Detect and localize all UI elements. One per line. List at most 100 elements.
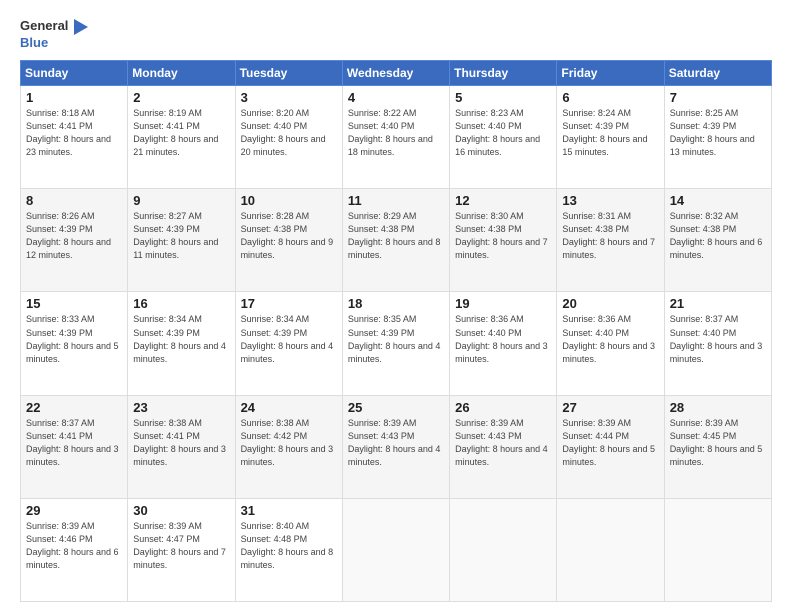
page: General Blue SundayMondayTuesdayWednesda… [0, 0, 792, 612]
day-number: 18 [348, 296, 444, 311]
day-info: Sunrise: 8:39 AMSunset: 4:47 PMDaylight:… [133, 520, 229, 572]
calendar-cell: 14Sunrise: 8:32 AMSunset: 4:38 PMDayligh… [664, 189, 771, 292]
day-info: Sunrise: 8:36 AMSunset: 4:40 PMDaylight:… [455, 313, 551, 365]
calendar-cell: 3 Sunrise: 8:20 AMSunset: 4:40 PMDaylight… [235, 86, 342, 189]
calendar-cell: 23 Sunrise: 8:38 AMSunset: 4:41 PMDayligh… [128, 395, 235, 498]
day-info: Sunrise: 8:19 AMSunset: 4:41 PMDaylight:… [133, 107, 229, 159]
calendar-cell: 8 Sunrise: 8:26 AMSunset: 4:39 PMDaylight… [21, 189, 128, 292]
day-info: Sunrise: 8:20 AMSunset: 4:40 PMDaylight:… [241, 107, 337, 159]
day-number: 20 [562, 296, 658, 311]
day-info: Sunrise: 8:36 AMSunset: 4:40 PMDaylight:… [562, 313, 658, 365]
calendar-header-friday: Friday [557, 61, 664, 86]
calendar-cell: 2 Sunrise: 8:19 AMSunset: 4:41 PMDaylight… [128, 86, 235, 189]
calendar-header-thursday: Thursday [450, 61, 557, 86]
day-info: Sunrise: 8:39 AMSunset: 4:46 PMDaylight:… [26, 520, 122, 572]
calendar-cell: 6Sunrise: 8:24 AMSunset: 4:39 PMDaylight… [557, 86, 664, 189]
calendar-cell [557, 498, 664, 601]
day-info: Sunrise: 8:26 AMSunset: 4:39 PMDaylight:… [26, 210, 122, 262]
day-info: Sunrise: 8:40 AMSunset: 4:48 PMDaylight:… [241, 520, 337, 572]
day-info: Sunrise: 8:34 AMSunset: 4:39 PMDaylight:… [241, 313, 337, 365]
day-number: 3 [241, 90, 337, 105]
day-info: Sunrise: 8:18 AMSunset: 4:41 PMDaylight:… [26, 107, 122, 159]
header: General Blue [20, 18, 772, 50]
calendar-cell: 27Sunrise: 8:39 AMSunset: 4:44 PMDayligh… [557, 395, 664, 498]
day-info: Sunrise: 8:38 AMSunset: 4:42 PMDaylight:… [241, 417, 337, 469]
calendar-week-3: 15Sunrise: 8:33 AMSunset: 4:39 PMDayligh… [21, 292, 772, 395]
calendar-cell: 1 Sunrise: 8:18 AMSunset: 4:41 PMDaylight… [21, 86, 128, 189]
logo-line1: General [20, 18, 88, 35]
day-info: Sunrise: 8:25 AMSunset: 4:39 PMDaylight:… [670, 107, 766, 159]
calendar-cell: 15Sunrise: 8:33 AMSunset: 4:39 PMDayligh… [21, 292, 128, 395]
calendar-cell: 10 Sunrise: 8:28 AMSunset: 4:38 PMDayligh… [235, 189, 342, 292]
day-number: 10 [241, 193, 337, 208]
calendar-header-saturday: Saturday [664, 61, 771, 86]
calendar-cell: 4 Sunrise: 8:22 AMSunset: 4:40 PMDaylight… [342, 86, 449, 189]
calendar-cell: 5 Sunrise: 8:23 AMSunset: 4:40 PMDaylight… [450, 86, 557, 189]
day-info: Sunrise: 8:33 AMSunset: 4:39 PMDaylight:… [26, 313, 122, 365]
day-number: 23 [133, 400, 229, 415]
day-info: Sunrise: 8:31 AMSunset: 4:38 PMDaylight:… [562, 210, 658, 262]
calendar-table: SundayMondayTuesdayWednesdayThursdayFrid… [20, 60, 772, 602]
day-number: 12 [455, 193, 551, 208]
day-number: 27 [562, 400, 658, 415]
day-info: Sunrise: 8:37 AMSunset: 4:41 PMDaylight:… [26, 417, 122, 469]
day-number: 5 [455, 90, 551, 105]
day-info: Sunrise: 8:34 AMSunset: 4:39 PMDaylight:… [133, 313, 229, 365]
day-number: 4 [348, 90, 444, 105]
day-info: Sunrise: 8:27 AMSunset: 4:39 PMDaylight:… [133, 210, 229, 262]
day-number: 16 [133, 296, 229, 311]
calendar-cell: 12Sunrise: 8:30 AMSunset: 4:38 PMDayligh… [450, 189, 557, 292]
calendar-week-2: 8 Sunrise: 8:26 AMSunset: 4:39 PMDaylight… [21, 189, 772, 292]
calendar-cell: 30Sunrise: 8:39 AMSunset: 4:47 PMDayligh… [128, 498, 235, 601]
calendar-cell: 17 Sunrise: 8:34 AMSunset: 4:39 PMDayligh… [235, 292, 342, 395]
day-number: 17 [241, 296, 337, 311]
day-number: 9 [133, 193, 229, 208]
calendar-cell: 22 Sunrise: 8:37 AMSunset: 4:41 PMDayligh… [21, 395, 128, 498]
day-info: Sunrise: 8:22 AMSunset: 4:40 PMDaylight:… [348, 107, 444, 159]
day-number: 8 [26, 193, 122, 208]
day-info: Sunrise: 8:39 AMSunset: 4:45 PMDaylight:… [670, 417, 766, 469]
day-number: 31 [241, 503, 337, 518]
day-info: Sunrise: 8:38 AMSunset: 4:41 PMDaylight:… [133, 417, 229, 469]
day-number: 6 [562, 90, 658, 105]
calendar-cell: 29 Sunrise: 8:39 AMSunset: 4:46 PMDayligh… [21, 498, 128, 601]
day-number: 1 [26, 90, 122, 105]
day-number: 26 [455, 400, 551, 415]
day-number: 11 [348, 193, 444, 208]
day-number: 29 [26, 503, 122, 518]
calendar-cell: 31 Sunrise: 8:40 AMSunset: 4:48 PMDayligh… [235, 498, 342, 601]
calendar-header-sunday: Sunday [21, 61, 128, 86]
day-info: Sunrise: 8:28 AMSunset: 4:38 PMDaylight:… [241, 210, 337, 262]
calendar-cell: 16 Sunrise: 8:34 AMSunset: 4:39 PMDayligh… [128, 292, 235, 395]
calendar-header-wednesday: Wednesday [342, 61, 449, 86]
day-info: Sunrise: 8:39 AMSunset: 4:43 PMDaylight:… [455, 417, 551, 469]
calendar-cell [664, 498, 771, 601]
day-number: 22 [26, 400, 122, 415]
day-number: 25 [348, 400, 444, 415]
calendar-cell: 26 Sunrise: 8:39 AMSunset: 4:43 PMDayligh… [450, 395, 557, 498]
calendar-cell: 20 Sunrise: 8:36 AMSunset: 4:40 PMDayligh… [557, 292, 664, 395]
day-number: 19 [455, 296, 551, 311]
calendar-week-4: 22 Sunrise: 8:37 AMSunset: 4:41 PMDayligh… [21, 395, 772, 498]
logo-line2: Blue [20, 35, 88, 51]
day-info: Sunrise: 8:23 AMSunset: 4:40 PMDaylight:… [455, 107, 551, 159]
calendar-week-5: 29 Sunrise: 8:39 AMSunset: 4:46 PMDayligh… [21, 498, 772, 601]
day-number: 28 [670, 400, 766, 415]
day-info: Sunrise: 8:29 AMSunset: 4:38 PMDaylight:… [348, 210, 444, 262]
calendar-cell: 25 Sunrise: 8:39 AMSunset: 4:43 PMDayligh… [342, 395, 449, 498]
day-number: 2 [133, 90, 229, 105]
calendar-header-row: SundayMondayTuesdayWednesdayThursdayFrid… [21, 61, 772, 86]
day-info: Sunrise: 8:35 AMSunset: 4:39 PMDaylight:… [348, 313, 444, 365]
day-info: Sunrise: 8:39 AMSunset: 4:43 PMDaylight:… [348, 417, 444, 469]
calendar-cell [342, 498, 449, 601]
day-number: 7 [670, 90, 766, 105]
calendar-cell: 11 Sunrise: 8:29 AMSunset: 4:38 PMDayligh… [342, 189, 449, 292]
day-info: Sunrise: 8:32 AMSunset: 4:38 PMDaylight:… [670, 210, 766, 262]
calendar-header-monday: Monday [128, 61, 235, 86]
calendar-cell: 24Sunrise: 8:38 AMSunset: 4:42 PMDayligh… [235, 395, 342, 498]
day-info: Sunrise: 8:37 AMSunset: 4:40 PMDaylight:… [670, 313, 766, 365]
calendar-cell: 9 Sunrise: 8:27 AMSunset: 4:39 PMDaylight… [128, 189, 235, 292]
logo-text-block: General Blue [20, 18, 88, 50]
day-number: 21 [670, 296, 766, 311]
calendar-cell: 18 Sunrise: 8:35 AMSunset: 4:39 PMDayligh… [342, 292, 449, 395]
